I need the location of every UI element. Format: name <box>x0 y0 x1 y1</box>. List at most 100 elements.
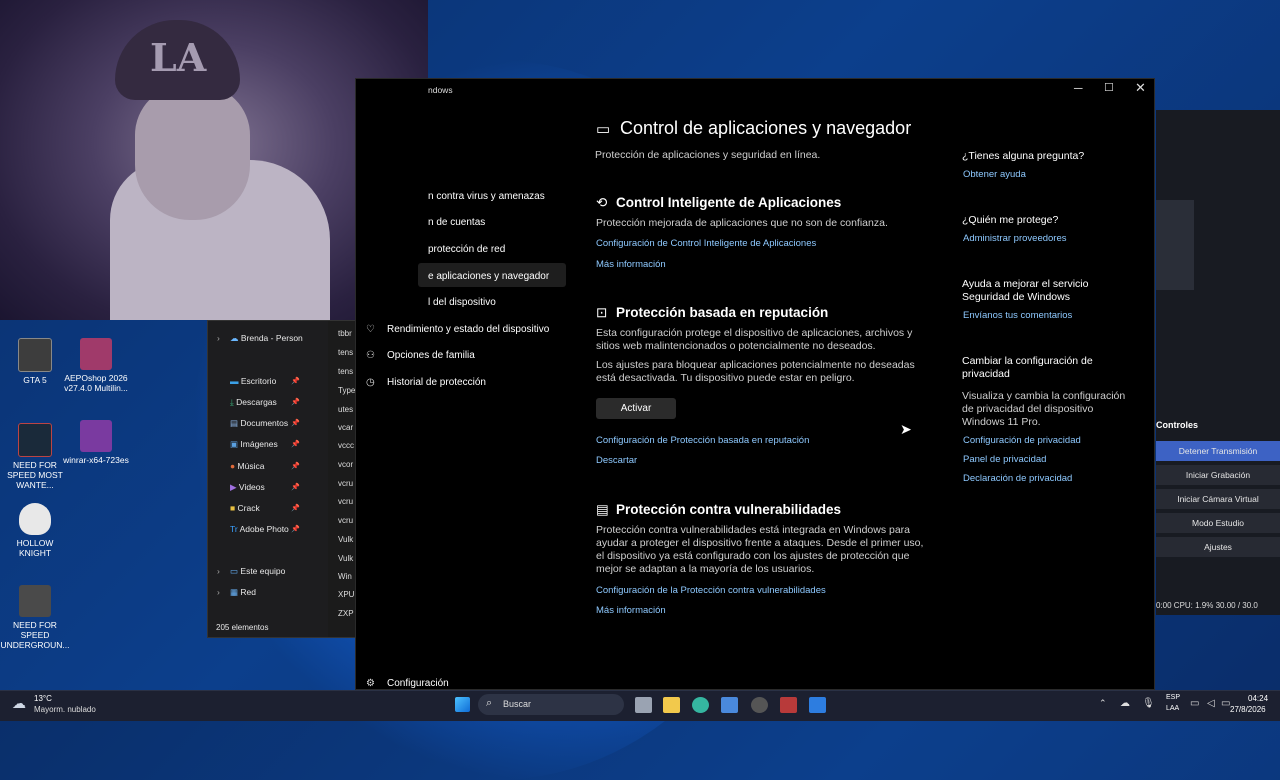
file-item[interactable]: vcru <box>338 479 353 488</box>
start-button[interactable] <box>455 697 470 712</box>
title-bar: ndows ─ ☐ ✕ <box>356 79 1156 101</box>
weather-desc[interactable]: Mayorm. nublado <box>34 705 96 714</box>
reputation-warning: Los ajustes para bloquear aplicaciones p… <box>596 359 915 384</box>
privacy-settings-link[interactable]: Configuración de privacidad <box>963 435 1081 446</box>
nav-item-network[interactable]: protección de red <box>428 244 505 255</box>
clock-date[interactable]: 27/8/2026 <box>1230 705 1266 714</box>
language-primary[interactable]: ESP <box>1166 694 1180 701</box>
side-who-title: ¿Quién me protege? <box>962 214 1059 226</box>
windows-security-icon[interactable] <box>809 697 826 713</box>
page-subtitle: Protección de aplicaciones y seguridad e… <box>595 149 821 161</box>
nav-item-accounts[interactable]: n de cuentas <box>428 217 485 228</box>
file-item[interactable]: tbbr <box>338 329 352 338</box>
minimize-button[interactable]: ─ <box>1074 81 1083 95</box>
smart-control-more-info-link[interactable]: Más información <box>596 259 666 270</box>
nav-item-settings[interactable]: ⚙ Configuración <box>366 678 449 689</box>
desktop-icon-winrar[interactable]: winrar-x64-723es <box>60 420 132 465</box>
exploit-more-info-link[interactable]: Más información <box>596 605 666 616</box>
desktop-icon-nfs-underground[interactable]: NEED FOR SPEED UNDERGROUN... <box>0 585 70 650</box>
side-improve-title: Ayuda a mejorar el servicio Seguridad de… <box>962 278 1089 303</box>
file-item[interactable]: tens <box>338 367 353 376</box>
nfs-icon <box>19 585 51 617</box>
side-privacy-title: Cambiar la configuración de privacidad <box>962 355 1093 380</box>
file-item[interactable]: vcru <box>338 497 353 506</box>
search-box[interactable]: ⌕ Buscar <box>478 694 624 715</box>
desktop-icon-hollow-knight[interactable]: HOLLOW KNIGHT <box>0 503 70 558</box>
file-item[interactable]: utes <box>338 405 353 414</box>
desktop-icon-aeposhop[interactable]: AEPOshop 2026 v27.4.0 Multilin... <box>60 338 132 393</box>
file-item[interactable]: ZXP <box>338 609 354 618</box>
file-item[interactable]: Vulk <box>338 554 353 563</box>
explorer-nav-adobe[interactable]: Tr Adobe Photo <box>230 524 289 534</box>
file-item[interactable]: vcar <box>338 423 353 432</box>
privacy-statement-link[interactable]: Declaración de privacidad <box>963 473 1072 484</box>
chevron-up-icon[interactable]: ⌃ <box>1099 698 1107 709</box>
explorer-nav-imagenes[interactable]: ▣ Imágenes <box>230 439 278 450</box>
obs-icon[interactable] <box>751 697 768 713</box>
activate-button[interactable]: Activar <box>596 398 676 419</box>
pin-icon: 📌 <box>291 505 300 512</box>
network-icon[interactable]: ▭ <box>1190 698 1199 709</box>
store-icon[interactable] <box>721 697 738 713</box>
nav-item-performance[interactable]: ♡ Rendimiento y estado del dispositivo <box>366 324 549 335</box>
exploit-settings-link[interactable]: Configuración de la Protección contra vu… <box>596 585 826 596</box>
maximize-button[interactable]: ☐ <box>1104 81 1114 94</box>
file-explorer-icon[interactable] <box>663 697 680 713</box>
section-title-reputation: ⊡ Protección basada en reputación <box>596 305 829 320</box>
explorer-nav-onedrive[interactable]: › ☁ Brenda - Person <box>217 333 303 344</box>
explorer-nav-documentos[interactable]: ▤ Documentos <box>230 418 288 429</box>
section-title-exploit: ▤ Protección contra vulnerabilidades <box>596 502 842 517</box>
nav-item-family[interactable]: ⚇ Opciones de familia <box>366 350 475 361</box>
explorer-nav-descargas[interactable]: ⤓ Descargas <box>230 397 277 408</box>
file-item[interactable]: tens <box>338 348 353 357</box>
explorer-status: 205 elementos <box>216 623 269 632</box>
file-item[interactable]: vccc <box>338 441 354 450</box>
language-secondary[interactable]: LAA <box>1166 705 1179 712</box>
dismiss-link[interactable]: Descartar <box>596 455 637 466</box>
nav-item-virus[interactable]: n contra virus y amenazas <box>428 191 545 202</box>
task-view-icon[interactable] <box>635 697 652 713</box>
search-icon: ⌕ <box>486 697 493 709</box>
volume-icon[interactable]: ◁ <box>1207 698 1215 709</box>
reputation-settings-link[interactable]: Configuración de Protección basada en re… <box>596 435 809 446</box>
explorer-nav-este-equipo[interactable]: › ▭ Este equipo <box>217 566 285 577</box>
file-item[interactable]: vcor <box>338 460 353 469</box>
file-item[interactable]: vcru <box>338 516 353 525</box>
file-item[interactable]: Win <box>338 572 352 581</box>
cloud-icon[interactable]: ☁ <box>1120 698 1130 709</box>
smart-control-settings-link[interactable]: Configuración de Control Inteligente de … <box>596 238 816 249</box>
nav-item-app-browser[interactable]: e aplicaciones y navegador <box>428 271 549 282</box>
close-button[interactable]: ✕ <box>1135 80 1146 96</box>
get-help-link[interactable]: Obtener ayuda <box>963 169 1026 180</box>
heart-icon: ♡ <box>366 324 375 335</box>
settings-button[interactable]: Ajustes <box>1156 537 1280 557</box>
clock-time[interactable]: 04:24 <box>1248 694 1268 703</box>
stop-stream-button[interactable]: Detener Transmisión <box>1156 441 1280 461</box>
file-item[interactable]: Vulk <box>338 535 353 544</box>
smart-control-desc: Protección mejorada de aplicaciones que … <box>596 217 888 229</box>
file-item[interactable]: Type <box>338 386 355 395</box>
side-privacy-desc: Visualiza y cambia la configuración de p… <box>962 390 1126 428</box>
obs-window: Controles Detener Transmisión Iniciar Gr… <box>1156 110 1280 615</box>
microphone-icon[interactable]: 🎙 <box>1142 698 1155 709</box>
nav-item-device-security[interactable]: l del dispositivo <box>428 297 496 308</box>
nfs-icon <box>18 423 52 457</box>
manage-providers-link[interactable]: Administrar proveedores <box>963 233 1067 244</box>
privacy-dashboard-link[interactable]: Panel de privacidad <box>963 454 1046 465</box>
explorer-nav-escritorio[interactable]: ▬ Escritorio <box>230 376 276 386</box>
pin-icon: 📌 <box>291 463 300 470</box>
file-item[interactable]: XPU <box>338 590 354 599</box>
start-virtual-camera-button[interactable]: Iniciar Cámara Virtual <box>1156 489 1280 509</box>
explorer-nav-crack[interactable]: ■ Crack <box>230 503 260 513</box>
explorer-nav-musica[interactable]: ● Música <box>230 461 264 471</box>
winrar-icon[interactable] <box>780 697 797 713</box>
nav-item-history[interactable]: ◷ Historial de protección <box>366 377 486 388</box>
weather-temp[interactable]: 13°C <box>34 694 52 703</box>
feedback-link[interactable]: Envíanos tus comentarios <box>963 310 1072 321</box>
studio-mode-button[interactable]: Modo Estudio <box>1156 513 1280 533</box>
explorer-nav-red[interactable]: › ▦ Red <box>217 587 256 598</box>
edge-icon[interactable] <box>692 697 709 713</box>
file-explorer-window: › ☁ Brenda - Person ▬ Escritorio ⤓ Descar… <box>207 320 358 638</box>
explorer-nav-videos[interactable]: ▶ Videos <box>230 482 265 493</box>
start-recording-button[interactable]: Iniciar Grabación <box>1156 465 1280 485</box>
